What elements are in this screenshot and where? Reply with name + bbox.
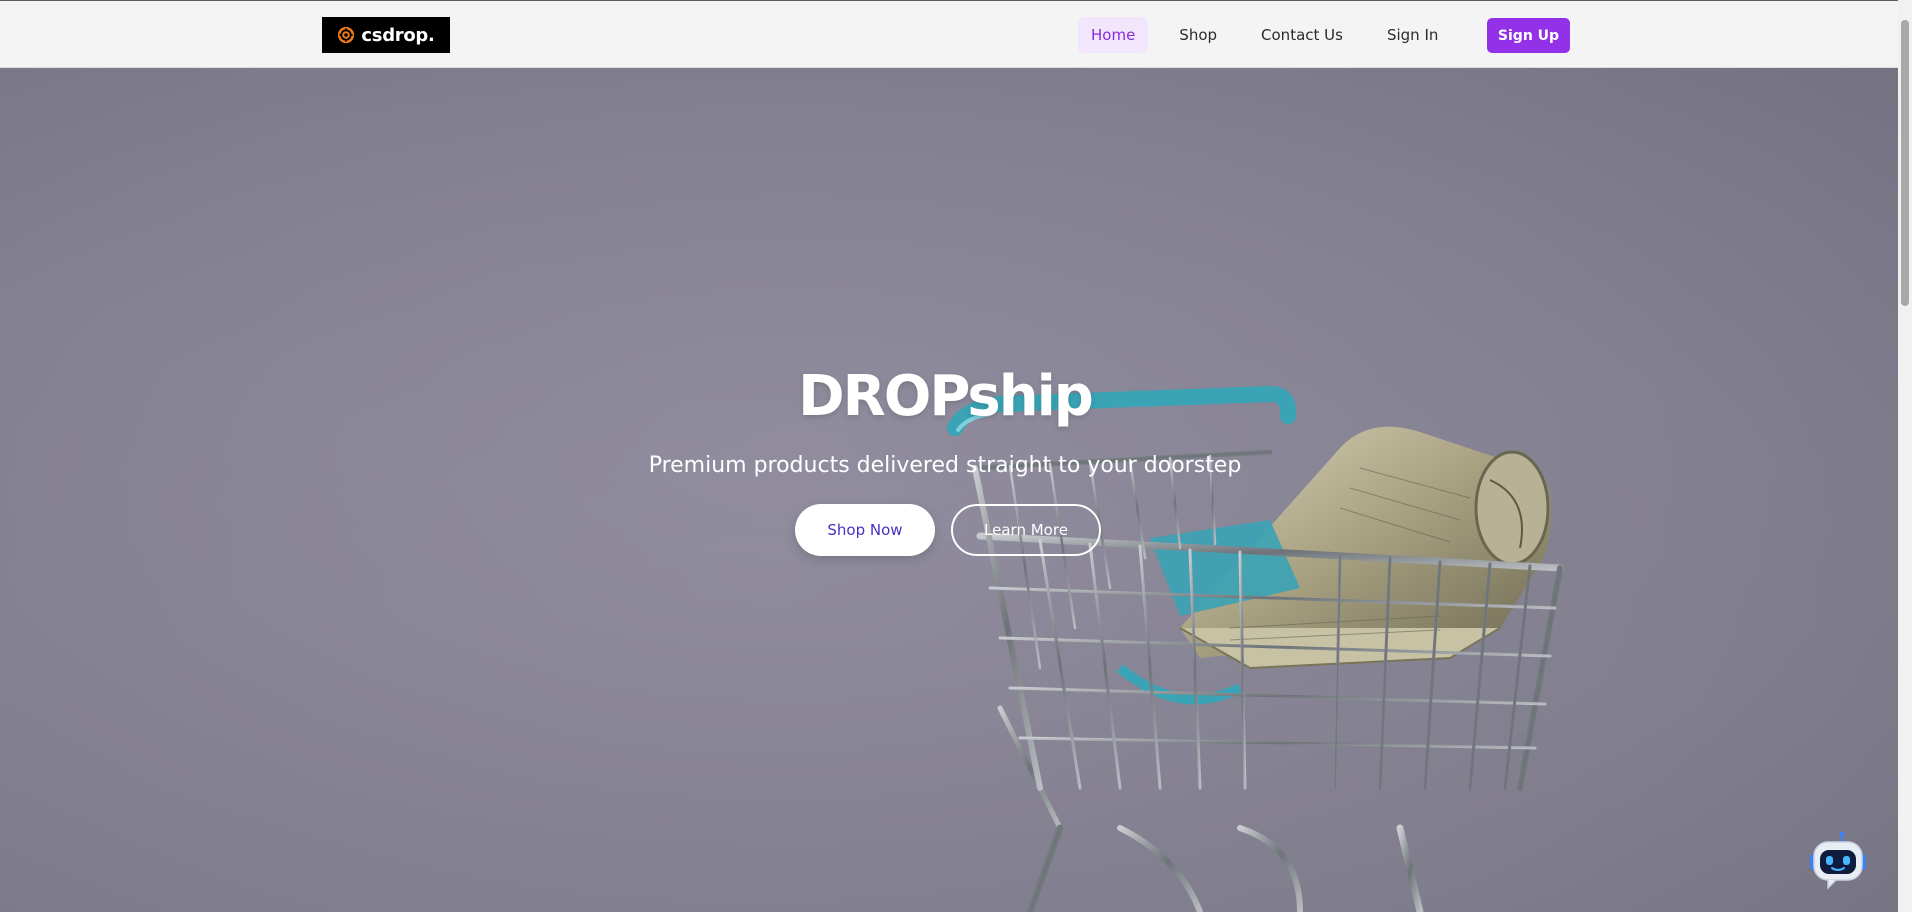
page: csdrop. Home Shop Contact Us Sign In Sig… bbox=[0, 0, 1912, 912]
shop-now-button[interactable]: Shop Now bbox=[795, 504, 935, 556]
hero-title: DROPship bbox=[798, 364, 1094, 429]
sign-up-button[interactable]: Sign Up bbox=[1487, 18, 1570, 53]
nav-link-shop[interactable]: Shop bbox=[1166, 17, 1230, 53]
learn-more-button[interactable]: Learn More bbox=[951, 504, 1101, 556]
nav-links: Home Shop Contact Us Sign In bbox=[1078, 17, 1469, 53]
nav-link-sign-in[interactable]: Sign In bbox=[1374, 17, 1451, 53]
hero-section: DROPship Premium products delivered stra… bbox=[0, 68, 1898, 912]
logo-text: csdrop. bbox=[361, 24, 435, 46]
page-scrollbar[interactable] bbox=[1898, 0, 1912, 912]
shopping-cart-image bbox=[0, 68, 1898, 912]
nav-link-home[interactable]: Home bbox=[1078, 17, 1149, 53]
hero-buttons: Shop Now Learn More bbox=[0, 504, 1890, 556]
scrollbar-thumb[interactable] bbox=[1901, 20, 1909, 306]
navbar: csdrop. Home Shop Contact Us Sign In Sig… bbox=[0, 0, 1898, 68]
orange-gear-icon bbox=[338, 26, 355, 44]
logo[interactable]: csdrop. bbox=[322, 17, 450, 53]
hero-subtitle: Premium products delivered straight to y… bbox=[648, 453, 1242, 478]
nav-link-contact-us[interactable]: Contact Us bbox=[1248, 17, 1356, 53]
chatbot-button[interactable] bbox=[1806, 830, 1870, 894]
robot-icon bbox=[1810, 831, 1866, 890]
